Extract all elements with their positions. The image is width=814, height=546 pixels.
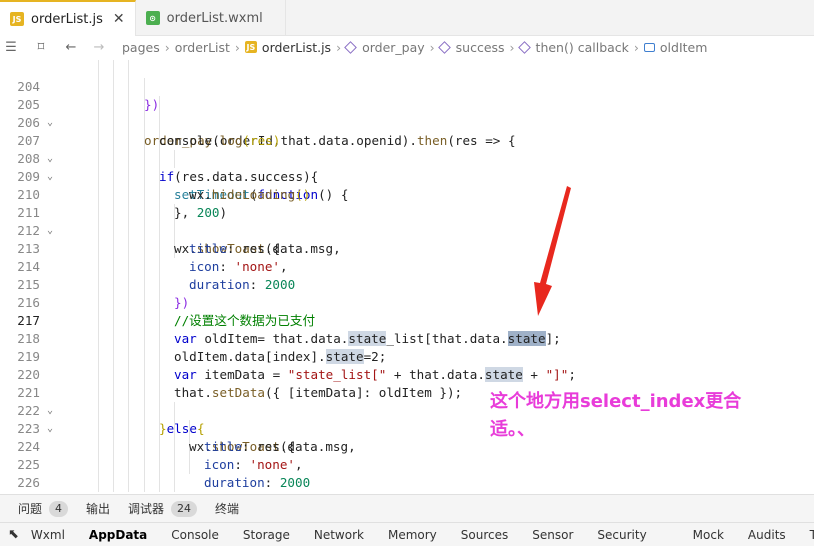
devtools-tab-bar: ⬉ Wxml AppData Console Storage Network M… <box>0 522 814 546</box>
method-icon <box>517 40 531 54</box>
annotation-arrow <box>534 186 571 316</box>
tab-label: orderList.js <box>31 11 103 27</box>
annotation-text: 这个地方用select_index更合适。、 <box>490 391 742 440</box>
code-line[interactable]: 215 }) <box>0 258 814 310</box>
back-arrow-icon[interactable]: ← <box>60 40 82 55</box>
chevron-right-icon: › <box>234 39 240 55</box>
method-icon <box>437 40 451 54</box>
chevron-right-icon: › <box>509 39 515 55</box>
breadcrumb-item[interactable]: pages <box>122 40 160 55</box>
code-line-current[interactable]: 217 var oldItem= that.data.state_list[th… <box>0 294 814 346</box>
variable-icon <box>643 42 655 52</box>
close-icon[interactable]: ✕ <box>113 11 125 27</box>
code-line[interactable]: 214 duration: 2000 <box>0 240 814 292</box>
breadcrumb-item[interactable]: oldItem <box>660 40 708 55</box>
bookmark-icon[interactable]: ⌑ <box>30 40 52 55</box>
code-line[interactable]: 209 wx.hideLoading() <box>0 150 814 202</box>
arrow-shape <box>534 186 571 316</box>
chevron-right-icon: › <box>633 39 639 55</box>
chevron-right-icon: › <box>336 39 342 55</box>
code-line[interactable]: 204 }) <box>0 60 814 112</box>
panel-tab-bar: 问题 4 输出 调试器 24 终端 <box>0 494 814 522</box>
devtools-tab-console[interactable]: Console <box>159 528 231 542</box>
devtools-tab-security[interactable]: Security <box>585 528 658 542</box>
code-line[interactable]: 212 title: res.data.msg, <box>0 204 814 256</box>
code-line[interactable]: 210 }, 200) <box>0 168 814 220</box>
devtools-tab-audits[interactable]: Audits <box>736 528 798 542</box>
code-line[interactable]: 213 icon: 'none', <box>0 222 814 274</box>
inspect-cursor-icon[interactable]: ⬉ <box>8 527 19 542</box>
js-file-icon: JS <box>244 41 257 53</box>
devtools-tab-sources[interactable]: Sources <box>449 528 520 542</box>
breadcrumb: ☰ ⌑ ← → pages › orderList › JS orderList… <box>0 36 814 58</box>
code-line[interactable]: 227 return; <box>0 474 814 492</box>
tab-output[interactable]: 输出 <box>86 500 110 517</box>
count-badge: 4 <box>49 500 69 517</box>
breadcrumb-item[interactable]: orderList.js <box>262 40 331 55</box>
tab-orderlist-wxml[interactable]: ⊙ orderList.wxml <box>136 0 286 36</box>
devtools-tab-wxml[interactable]: Wxml <box>19 528 77 542</box>
devtools-tab-trace[interactable]: Trace <box>798 528 814 542</box>
code-line[interactable]: 226 }) <box>0 456 814 490</box>
breadcrumb-item[interactable]: success <box>456 40 505 55</box>
devtools-tab-network[interactable]: Network <box>302 528 376 542</box>
devtools-tab-memory[interactable]: Memory <box>376 528 449 542</box>
js-file-icon: JS <box>10 12 24 26</box>
code-line[interactable]: 220 that.setData({ [itemData]: oldItem }… <box>0 348 814 400</box>
code-line[interactable]: 205 ⌄ order_pay(orderId,that.data.openid… <box>0 78 814 148</box>
wxml-file-icon: ⊙ <box>145 11 160 25</box>
devtools-tab-appdata[interactable]: AppData <box>77 528 159 542</box>
code-line[interactable]: 218 oldItem.data[index].state=2; <box>0 312 814 364</box>
method-icon <box>344 40 357 54</box>
devtools-tab-sensor[interactable]: Sensor <box>520 528 585 542</box>
code-editor[interactable]: 204 }) 205 ⌄ order_pay(orderId,that.data… <box>0 60 814 492</box>
code-line[interactable]: 206 console.log(res) <box>0 96 814 148</box>
breadcrumb-item[interactable]: order_pay <box>362 40 425 55</box>
chevron-right-icon: › <box>429 39 435 55</box>
tab-debugger[interactable]: 调试器 24 <box>128 500 198 517</box>
forward-arrow-icon[interactable]: → <box>88 40 110 55</box>
code-line[interactable]: 207 ⌄ if(res.data.success){ <box>0 114 814 184</box>
breadcrumb-item[interactable]: then() callback <box>536 40 629 55</box>
tab-label: orderList.wxml <box>166 10 263 26</box>
code-line[interactable]: 216 //设置这个数据为已支付 <box>0 276 814 328</box>
breadcrumb-item[interactable]: orderList <box>175 40 230 55</box>
code-line[interactable]: 219 var itemData = "state_list[" + that.… <box>0 330 814 382</box>
chevron-right-icon: › <box>164 39 170 55</box>
code-line[interactable]: 221 ⌄ }else{ <box>0 366 814 436</box>
list-icon[interactable]: ☰ <box>0 40 22 55</box>
tab-problems[interactable]: 问题 4 <box>18 500 69 517</box>
breadcrumb-items: pages › orderList › JS orderList.js › or… <box>122 40 707 55</box>
tab-orderlist-js[interactable]: JS orderList.js ✕ <box>0 0 136 36</box>
devtools-tab-storage[interactable]: Storage <box>231 528 302 542</box>
devtools-tab-mock[interactable]: Mock <box>659 528 736 542</box>
count-badge: 24 <box>171 500 198 517</box>
tab-terminal[interactable]: 终端 <box>215 500 239 517</box>
code-line[interactable]: 211 ⌄ wx.showToast({ <box>0 186 814 256</box>
code-line[interactable]: 208 ⌄ setTimeout(function() { <box>0 132 814 202</box>
editor-tab-bar: JS orderList.js ✕ ⊙ orderList.wxml <box>0 0 814 36</box>
